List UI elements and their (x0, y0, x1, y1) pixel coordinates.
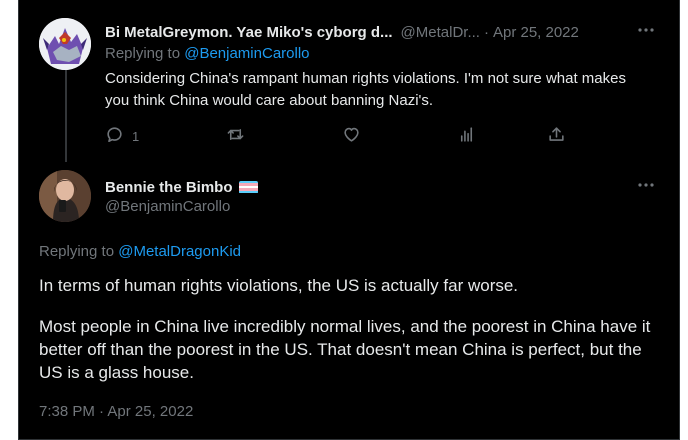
share-button[interactable] (547, 122, 566, 146)
tweet-time: 7:38 PM (39, 403, 95, 420)
more-options-button[interactable] (633, 20, 659, 40)
more-options-button[interactable] (633, 175, 659, 195)
more-horizontal-icon (638, 28, 654, 32)
tweet-text: Considering China's rampant human rights… (105, 70, 626, 109)
avatar[interactable] (39, 18, 91, 70)
like-button[interactable] (342, 122, 361, 146)
retweet-button[interactable] (225, 122, 246, 146)
tweet-thread: Bi MetalGreymon. Yae Miko's cyborg d... … (18, 0, 680, 440)
reply-icon (107, 126, 122, 142)
mention-link[interactable]: @BenjaminCarollo (184, 45, 309, 62)
tweet-date: Apr 25, 2022 (107, 403, 194, 420)
views-icon (460, 126, 473, 142)
user-handle[interactable]: @MetalDr... (401, 24, 480, 41)
tweet-paragraph: In terms of human rights violations, the… (39, 276, 519, 295)
thread-connector-line (65, 68, 67, 162)
display-name-text: Bennie the Bimbo (105, 178, 233, 196)
display-name[interactable]: Bi MetalGreymon. Yae Miko's cyborg d... (105, 24, 393, 41)
avatar[interactable] (39, 170, 91, 222)
retweet-icon (227, 128, 244, 140)
transgender-flag-icon (238, 180, 258, 194)
more-horizontal-icon (638, 183, 654, 187)
replying-prefix: Replying to (105, 45, 181, 62)
tweet-text: In terms of human rights violations, the… (39, 274, 659, 384)
reply-tweet-header: Bi MetalGreymon. Yae Miko's cyborg d... … (105, 21, 665, 43)
separator-dot: · (483, 23, 489, 41)
views-button[interactable] (457, 122, 476, 146)
heart-icon (344, 127, 359, 142)
tweet-paragraph: Most people in China live incredibly nor… (39, 317, 651, 382)
display-name[interactable]: Bennie the Bimbo (105, 176, 258, 198)
mention-link[interactable]: @MetalDragonKid (118, 243, 241, 260)
tweet-timestamp[interactable]: 7:38 PM · Apr 25, 2022 (39, 403, 193, 420)
replying-to-line: Replying to @BenjaminCarollo (105, 45, 310, 62)
replying-to-line: Replying to @MetalDragonKid (39, 243, 241, 260)
reply-count: 1 (132, 128, 140, 144)
reply-button[interactable]: 1 (105, 122, 139, 146)
replying-prefix: Replying to (39, 243, 115, 260)
user-handle[interactable]: @BenjaminCarollo (105, 198, 230, 215)
separator-dot: · (99, 403, 105, 420)
tweet-date[interactable]: Apr 25, 2022 (493, 24, 579, 41)
share-icon (549, 126, 564, 141)
